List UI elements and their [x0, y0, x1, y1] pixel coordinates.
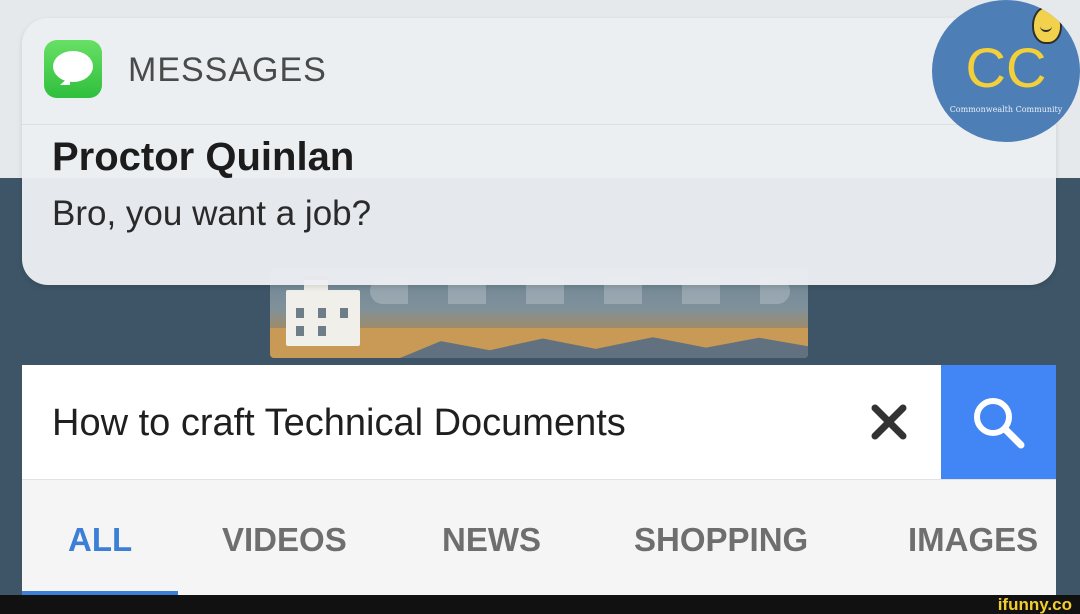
messages-app-icon	[44, 40, 102, 98]
tab-images[interactable]: IMAGES	[908, 520, 1048, 560]
search-icon	[974, 398, 1025, 449]
search-input[interactable]: How to craft Technical Documents	[52, 401, 626, 445]
tab-shopping[interactable]: SHOPPING	[634, 520, 808, 560]
notification-app-name: MESSAGES	[128, 51, 327, 89]
logo-subtext: Commonwealth Community	[949, 105, 1063, 114]
watermark-bar: ifunny.co	[0, 595, 1080, 614]
tab-videos[interactable]: VIDEOS	[222, 520, 347, 560]
search-button[interactable]	[941, 365, 1056, 479]
tab-news[interactable]: NEWS	[442, 520, 541, 560]
notification-sender: Proctor Quinlan	[52, 135, 355, 179]
watermark-text: ifunny.co	[997, 595, 1072, 614]
notification-header: MESSAGES	[22, 18, 1056, 125]
lighthouse-building	[286, 276, 360, 346]
clear-icon[interactable]	[865, 398, 913, 446]
search-bar[interactable]: How to craft Technical Documents	[22, 365, 1056, 479]
commonwealth-community-logo: CC Commonwealth Community	[932, 0, 1080, 142]
tab-all[interactable]: ALL	[68, 520, 132, 560]
message-notification[interactable]: MESSAGES Proctor Quinlan Bro, you want a…	[22, 18, 1056, 285]
logo-text: CC	[965, 36, 1047, 99]
search-tabs: ALL VIDEOS NEWS SHOPPING IMAGES	[22, 479, 1056, 596]
notification-message: Bro, you want a job?	[52, 194, 372, 233]
